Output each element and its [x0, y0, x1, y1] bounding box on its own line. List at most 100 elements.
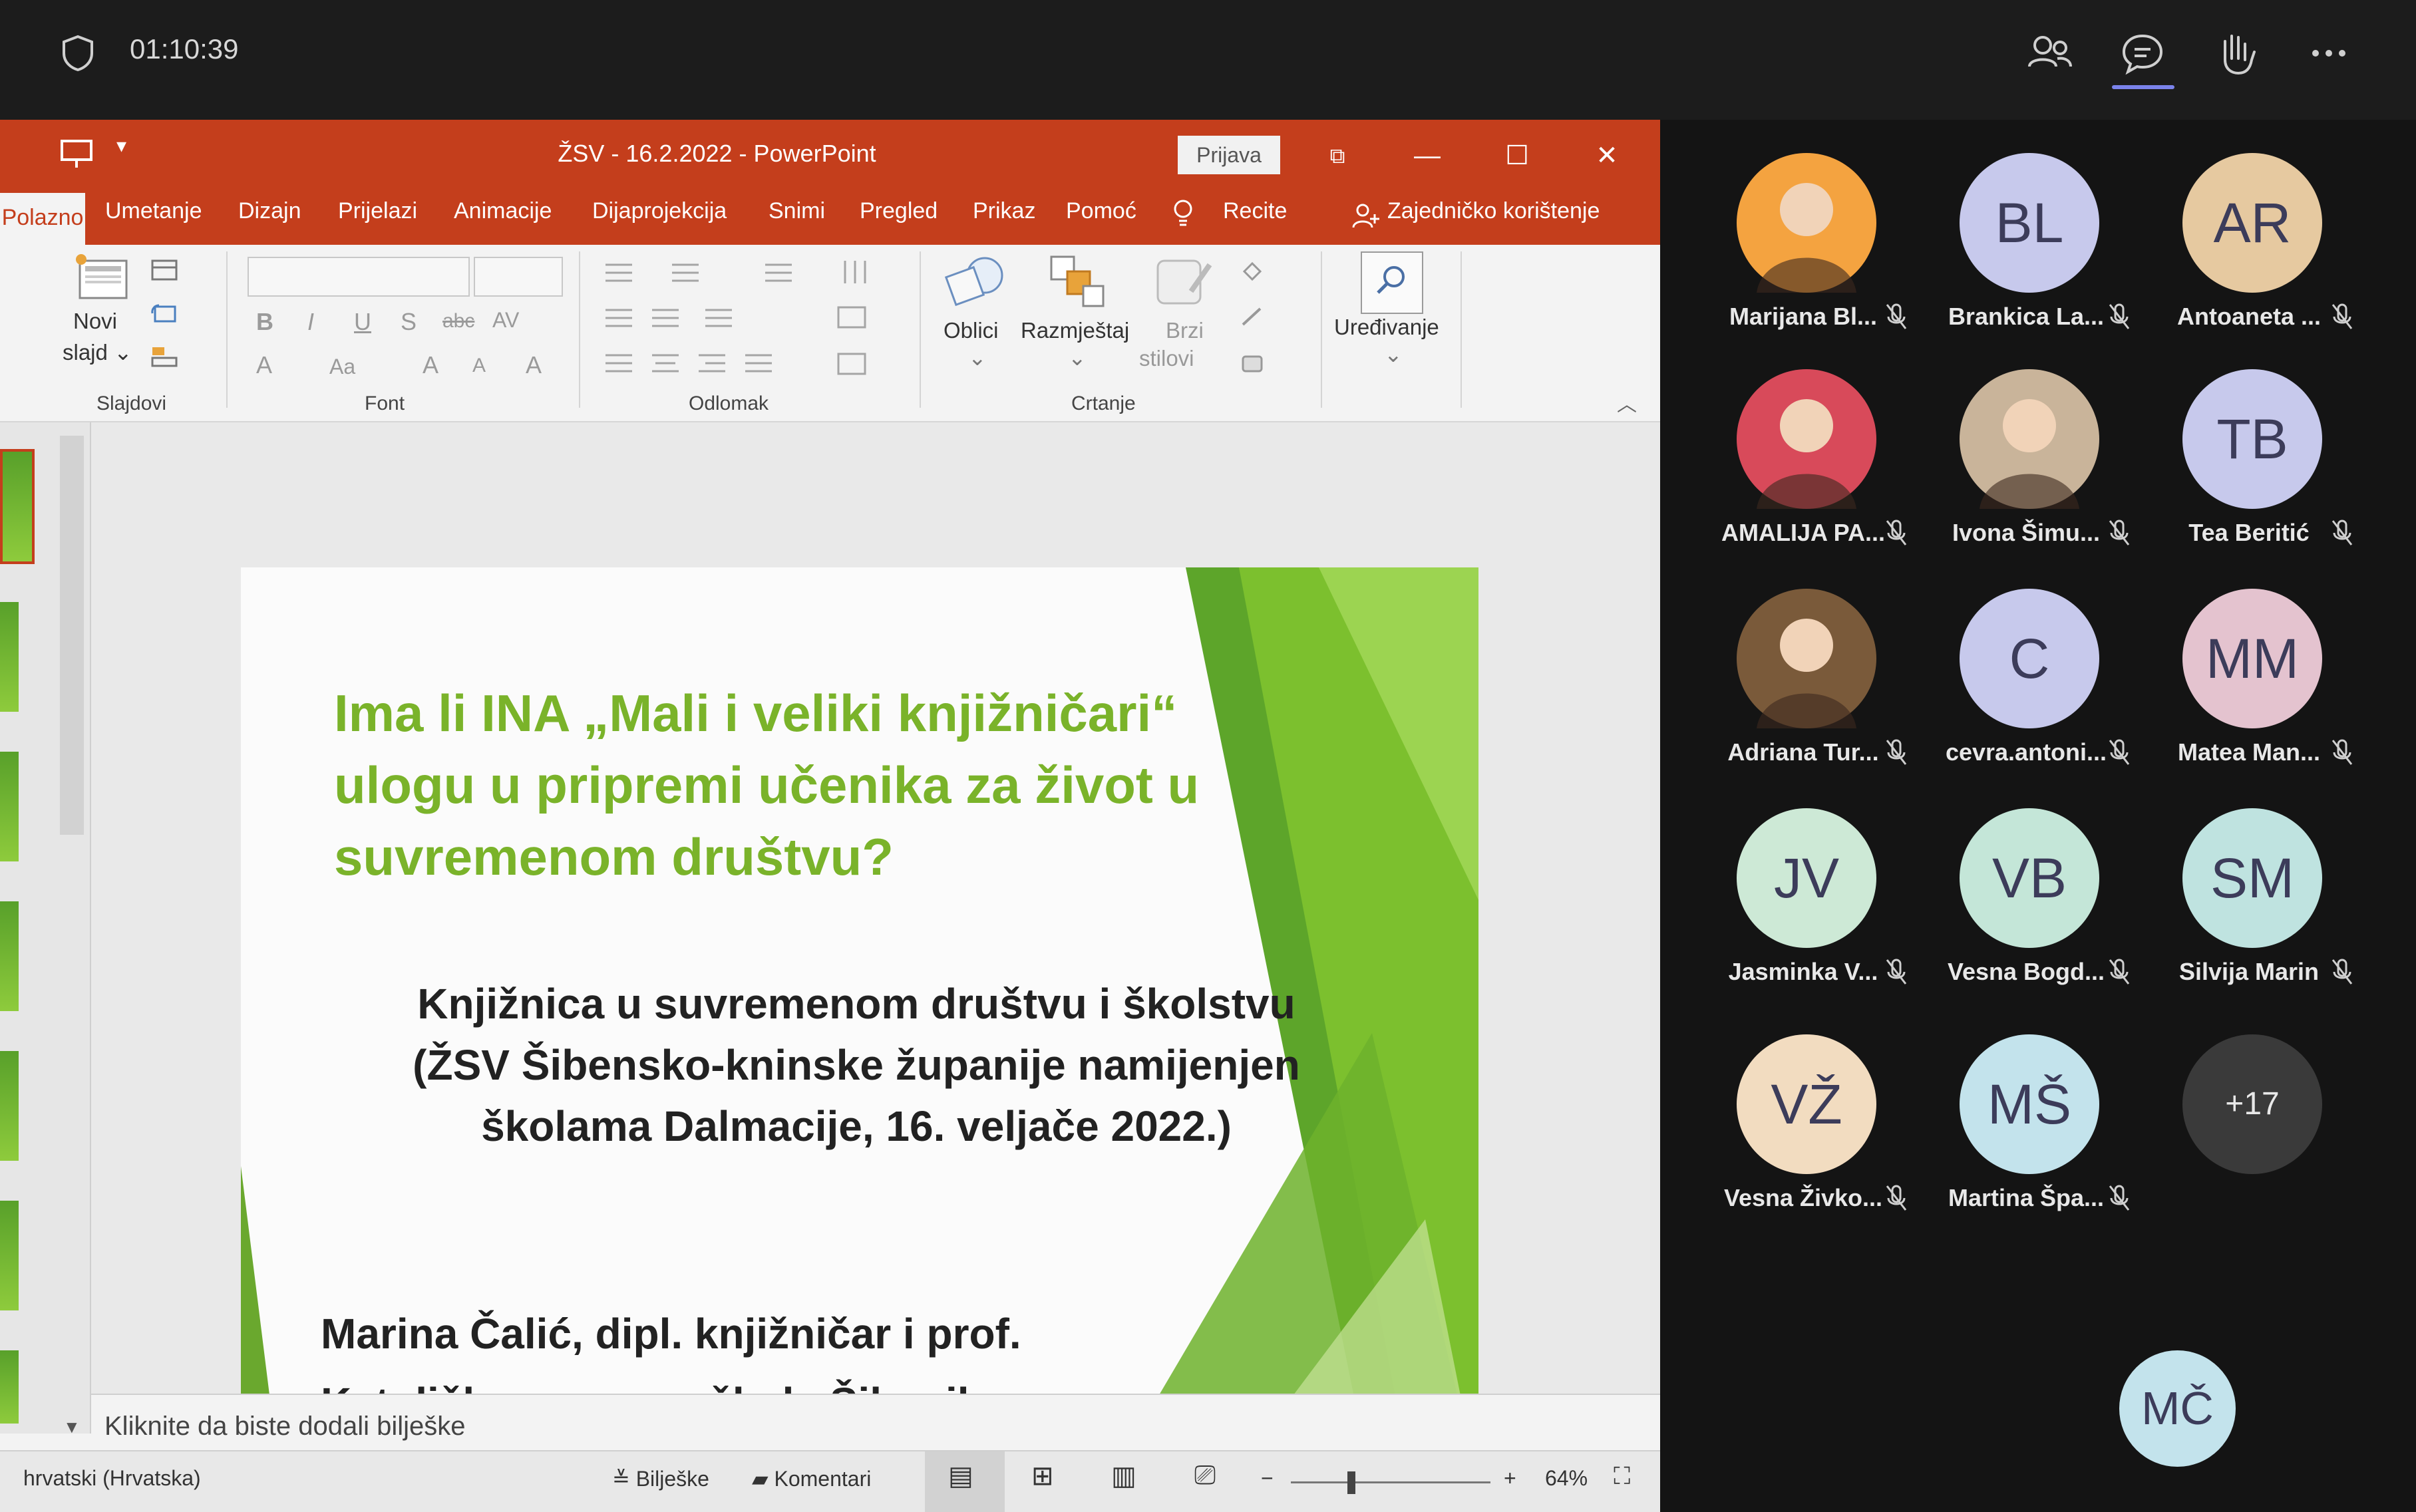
zoom-slider[interactable] [1291, 1481, 1490, 1483]
tell-me-input[interactable]: Recite [1223, 198, 1287, 224]
shadow-icon[interactable]: S [401, 308, 417, 336]
quick-styles-label-2[interactable]: stilovi [1139, 346, 1194, 371]
zoom-out-icon[interactable]: − [1261, 1466, 1274, 1491]
slide[interactable]: Ima li INA „Mali i veliki knjižničari“ u… [241, 567, 1478, 1485]
tab-dizajn[interactable]: Dizajn [238, 198, 301, 224]
close-icon[interactable]: ✕ [1580, 136, 1634, 176]
font-group-label: Font [365, 392, 405, 414]
comments-label: Komentari [774, 1467, 872, 1491]
tab-prijelazi[interactable]: Prijelazi [338, 198, 417, 224]
font-name-box[interactable] [248, 257, 470, 297]
quick-styles-label-1[interactable]: Brzi [1166, 318, 1204, 343]
raise-hand-icon[interactable] [2209, 27, 2262, 80]
paragraph-controls[interactable] [599, 257, 912, 390]
shape-effects-icon[interactable] [1238, 351, 1267, 375]
clear-format-icon[interactable]: A [526, 351, 542, 379]
comments-status-button[interactable]: ▰ Komentari [752, 1466, 871, 1491]
participant-tile[interactable]: TB Tea Beritić [2149, 369, 2369, 582]
share-button[interactable]: Zajedničko korištenje [1387, 198, 1600, 224]
ribbon-display-icon[interactable]: ⧉ [1311, 136, 1364, 176]
participant-tile[interactable]: AR Antoaneta ... [2149, 153, 2369, 366]
more-icon[interactable] [2302, 27, 2355, 80]
new-slide-icon[interactable] [73, 251, 133, 305]
participant-initials: VŽ [1771, 1073, 1842, 1135]
shapes-label[interactable]: Oblici [944, 318, 999, 343]
reading-view-icon[interactable]: ▥ [1111, 1461, 1136, 1491]
change-case-icon[interactable]: Aa [329, 355, 355, 379]
participant-tile[interactable]: SM Silvija Marin [2149, 808, 2369, 1021]
tab-umetanje[interactable]: Umetanje [105, 198, 202, 224]
underline-icon[interactable]: U [354, 308, 371, 336]
zoom-in-icon[interactable]: + [1504, 1466, 1516, 1491]
fit-slide-icon[interactable]: ⛶ [1614, 1462, 1630, 1491]
thumbnail[interactable] [0, 602, 19, 712]
zoom-slider-handle[interactable] [1347, 1471, 1355, 1494]
strikethrough-icon[interactable]: abc [442, 310, 474, 333]
participant-tile[interactable]: VŽ Vesna Živko... [1703, 1034, 1923, 1247]
participant-tile[interactable]: Ivona Šimu... [1926, 369, 2146, 582]
find-button[interactable] [1361, 251, 1423, 314]
paragraph-group-label: Odlomak [689, 392, 769, 414]
bold-icon[interactable]: B [256, 308, 273, 336]
tab-pomoc[interactable]: Pomoć [1066, 198, 1136, 224]
notes-status-button[interactable]: ≚ Bilješke [612, 1466, 709, 1491]
participant-tile[interactable]: MM Matea Man... [2149, 589, 2369, 802]
participant-tile[interactable]: +17 [2149, 1034, 2369, 1247]
italic-icon[interactable]: I [307, 308, 314, 336]
shape-outline-icon[interactable] [1238, 305, 1267, 329]
thumbnail[interactable] [0, 1051, 19, 1161]
layout-icon[interactable] [150, 258, 179, 282]
notes-pane[interactable]: Kliknite da biste dodali bilješke [91, 1394, 1660, 1451]
participant-tile[interactable]: Adriana Tur... [1703, 589, 1923, 802]
notes-placeholder[interactable]: Kliknite da biste dodali bilješke [104, 1412, 466, 1441]
new-slide-label-1[interactable]: Novi [73, 309, 117, 334]
participant-tile[interactable]: VB Vesna Bogd... [1926, 808, 2146, 1021]
participant-name: cevra.antoni... [1945, 738, 2107, 766]
slideshow-icon[interactable]: ⎚ [1194, 1461, 1216, 1491]
thumbnail-active[interactable] [0, 449, 35, 564]
thumbnail[interactable] [0, 1201, 19, 1310]
language-status[interactable]: hrvatski (Hrvatska) [23, 1466, 201, 1491]
shapes-icon[interactable] [944, 251, 1010, 311]
font-color-icon[interactable]: A [256, 351, 272, 379]
minimize-icon[interactable]: — [1401, 136, 1454, 176]
shape-fill-icon[interactable] [1238, 259, 1267, 283]
participant-tile[interactable]: Ccevra.antoni... [1926, 589, 2146, 802]
editing-label[interactable]: Uređivanje [1334, 315, 1439, 340]
people-icon[interactable] [2023, 27, 2076, 80]
tab-polazno[interactable]: Polazno [0, 193, 85, 245]
self-avatar[interactable]: MČ [2119, 1350, 2236, 1467]
shrink-font-icon[interactable]: A [472, 355, 486, 377]
participant-tile[interactable]: JV Jasminka V... [1703, 808, 1923, 1021]
arrange-label[interactable]: Razmještaj [1021, 318, 1129, 343]
tab-animacije[interactable]: Animacije [454, 198, 552, 224]
reset-icon[interactable] [150, 301, 179, 325]
signin-button[interactable]: Prijava [1178, 136, 1280, 174]
new-slide-label-2[interactable]: slajd [63, 340, 108, 365]
scroll-down-icon[interactable]: ▼ [63, 1417, 81, 1437]
thumbnail[interactable] [0, 752, 19, 861]
slide-sorter-icon[interactable]: ⊞ [1031, 1461, 1054, 1491]
collapse-ribbon-icon[interactable]: ︿ [1617, 388, 1637, 417]
chat-icon[interactable] [2116, 27, 2169, 80]
thumbnail[interactable] [0, 901, 19, 1011]
participant-tile[interactable]: MŠ Martina Špa... [1926, 1034, 2146, 1247]
quick-styles-icon[interactable] [1151, 251, 1218, 311]
char-spacing-icon[interactable]: AV [492, 308, 519, 333]
tab-pregled[interactable]: Pregled [860, 198, 938, 224]
participant-avatar: SM [2182, 808, 2322, 948]
arrange-icon[interactable] [1045, 251, 1111, 311]
participant-tile[interactable]: BL Brankica La... [1926, 153, 2146, 366]
section-icon[interactable] [150, 345, 179, 369]
thumbnail-scrollbar[interactable] [60, 436, 84, 835]
font-size-box[interactable] [474, 257, 563, 297]
tab-prikaz[interactable]: Prikaz [973, 198, 1035, 224]
tab-snimi[interactable]: Snimi [769, 198, 825, 224]
participant-tile[interactable]: AMALIJA PA... [1703, 369, 1923, 582]
participant-tile[interactable]: Marijana Bl... [1703, 153, 1923, 366]
zoom-level[interactable]: 64% [1545, 1466, 1588, 1491]
grow-font-icon[interactable]: A [423, 351, 438, 379]
tab-dijaprojekcija[interactable]: Dijaprojekcija [592, 198, 727, 224]
maximize-icon[interactable]: ☐ [1490, 136, 1544, 176]
thumbnail[interactable] [0, 1350, 19, 1424]
